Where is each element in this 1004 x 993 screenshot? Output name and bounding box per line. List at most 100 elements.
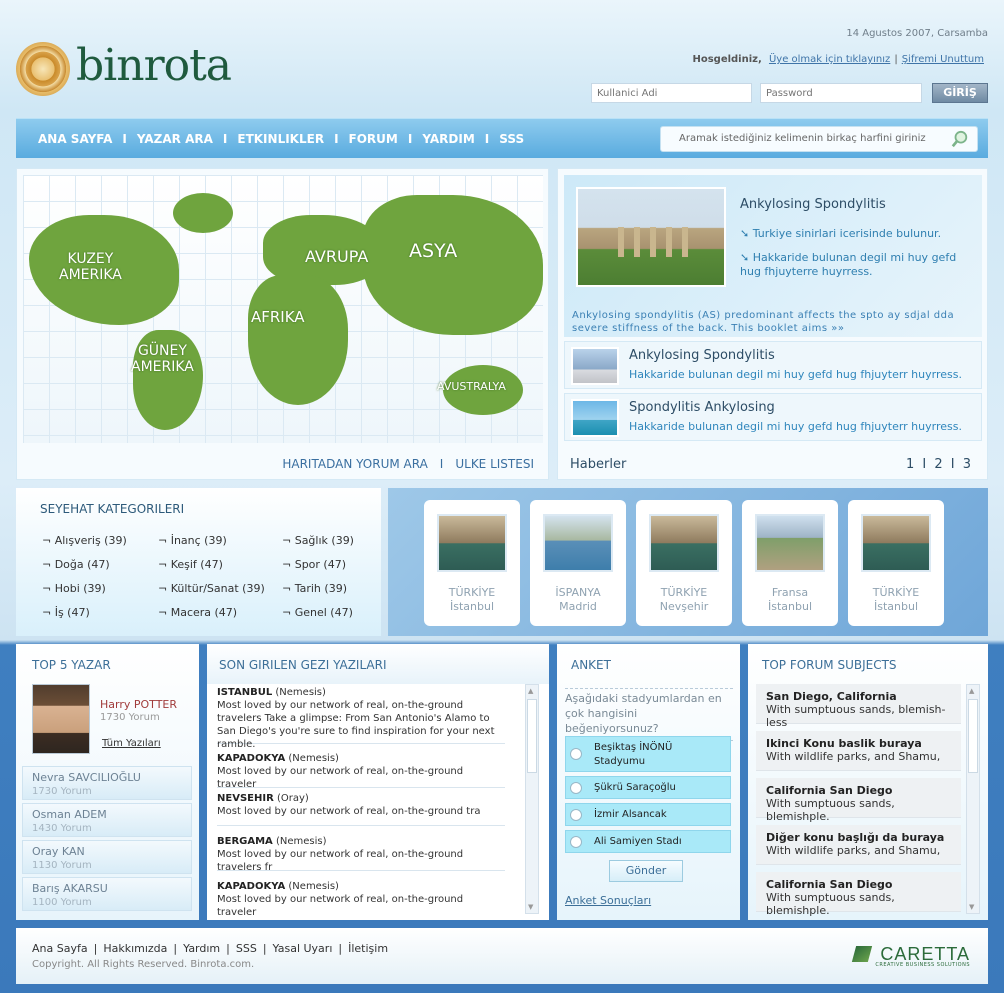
- forum-item[interactable]: California San Diego With sumptuous sand…: [756, 872, 961, 917]
- temple-column: [666, 227, 672, 257]
- scroll-down-icon[interactable]: ▼: [969, 903, 974, 911]
- poll-submit-button[interactable]: Gönder: [609, 860, 683, 882]
- forgot-password-link[interactable]: Şifremi Unuttum: [902, 54, 984, 65]
- forum-item[interactable]: Ikinci Konu baslik buraya With wildlife …: [756, 731, 961, 771]
- post-item[interactable]: NEVSEHIR (Oray) Most loved by our networ…: [217, 792, 505, 826]
- forum-item[interactable]: Diğer konu başlığı da buraya With wildli…: [756, 825, 961, 865]
- category-link[interactable]: ¬ Keşif (47): [158, 558, 223, 571]
- register-link[interactable]: Üye olmak için tıklayınız: [769, 54, 890, 65]
- post-item[interactable]: KAPADOKYA (Nemesis) Most loved by our ne…: [217, 880, 505, 918]
- post-item[interactable]: BERGAMA (Nemesis) Most loved by our netw…: [217, 835, 505, 873]
- destination-card[interactable]: TÜRKİYE Nevşehir: [636, 500, 732, 626]
- poll-option[interactable]: Beşiktaş İNÖNÜ Stadyumu: [565, 736, 731, 772]
- news-pagination[interactable]: 1 I 2 I 3: [906, 457, 973, 472]
- poll-option[interactable]: Ali Samiyen Stadı: [565, 830, 731, 853]
- post-item[interactable]: KAPADOKYA (Nemesis) Most loved by our ne…: [217, 752, 505, 790]
- world-map[interactable]: KUZEY AMERIKA GÜNEY AMERIKA AVRUPA ASYA …: [23, 175, 543, 443]
- radio-button[interactable]: [570, 782, 582, 794]
- site-logo[interactable]: binrota: [16, 40, 246, 98]
- category-link[interactable]: ¬ İş (47): [42, 606, 90, 619]
- forum-scrollbar[interactable]: ▲ ▼: [966, 684, 980, 914]
- country-list-link[interactable]: ULKE LISTESI: [455, 457, 534, 471]
- destination-city: Nevşehir: [659, 600, 709, 613]
- destination-card[interactable]: Fransa İstanbul: [742, 500, 838, 626]
- footer-link-home[interactable]: Ana Sayfa: [32, 942, 88, 955]
- news-label[interactable]: Haberler: [570, 457, 626, 472]
- poll-option[interactable]: Şükrü Saraçoğlu: [565, 776, 731, 799]
- category-link[interactable]: ¬ Genel (47): [282, 606, 353, 619]
- category-link[interactable]: ¬ Alışveriş (39): [42, 534, 127, 547]
- footer-link-about[interactable]: Hakkımızda: [103, 942, 167, 955]
- nav-events[interactable]: ETKINLIKLER: [237, 132, 324, 146]
- radio-button[interactable]: [570, 748, 582, 760]
- writer-item[interactable]: Nevra SAVCILIOĞLU 1730 Yorum: [22, 766, 192, 800]
- nav-separator: I: [122, 132, 127, 146]
- category-link[interactable]: ¬ Spor (47): [282, 558, 346, 571]
- footer-link-contact[interactable]: İletişim: [348, 942, 388, 955]
- writer-item[interactable]: Osman ADEM 1430 Yorum: [22, 803, 192, 837]
- nav-help[interactable]: YARDIM: [422, 132, 474, 146]
- scroll-up-icon[interactable]: ▲: [528, 687, 533, 695]
- post-item[interactable]: ISTANBUL (Nemesis) Most loved by our net…: [217, 686, 505, 750]
- featured-news-desc[interactable]: Ankylosing spondylitis (AS) predominant …: [572, 309, 972, 335]
- poll-option[interactable]: İzmir Alsancak: [565, 803, 731, 826]
- radio-button[interactable]: [570, 809, 582, 821]
- continent-asia[interactable]: [363, 195, 543, 335]
- post-place: KAPADOKYA: [217, 753, 286, 764]
- footer-separator: |: [226, 942, 230, 955]
- nav-writer-search[interactable]: YAZAR ARA: [137, 132, 213, 146]
- category-link[interactable]: ¬ Hobi (39): [42, 582, 106, 595]
- destination-card[interactable]: İSPANYA Madrid: [530, 500, 626, 626]
- footer-link-faq[interactable]: SSS: [236, 942, 257, 955]
- featured-news[interactable]: Ankylosing Spondylitis ➘ Turkiye sinirla…: [564, 175, 982, 337]
- logo-text: binrota: [76, 40, 232, 91]
- footer: Ana Sayfa | Hakkımızda | Yardım | SSS | Yasal Uy…: [16, 928, 988, 984]
- destination-card[interactable]: TÜRKİYE İstanbul: [424, 500, 520, 626]
- writer-item[interactable]: Barış AKARSU 1100 Yorum: [22, 877, 192, 911]
- nav-home[interactable]: ANA SAYFA: [38, 132, 112, 146]
- username-input[interactable]: [591, 83, 752, 103]
- caretta-logo-icon[interactable]: [851, 946, 873, 962]
- avatar[interactable]: [32, 684, 90, 754]
- news-thumb: [571, 399, 619, 437]
- category-link[interactable]: ¬ Sağlık (39): [282, 534, 354, 547]
- category-link[interactable]: ¬ Doğa (47): [42, 558, 110, 571]
- category-link[interactable]: ¬ Tarih (39): [282, 582, 347, 595]
- category-link[interactable]: ¬ Kültür/Sanat (39): [158, 582, 265, 595]
- destinations-panel: TÜRKİYE İstanbul İSPANYA Madrid TÜRKİYE …: [388, 488, 988, 636]
- login-button[interactable]: GİRİŞ: [932, 83, 988, 103]
- category-link[interactable]: ¬ İnanç (39): [158, 534, 227, 547]
- forum-item[interactable]: California San Diego With sumptuous sand…: [756, 778, 961, 823]
- scroll-up-icon[interactable]: ▲: [969, 687, 974, 695]
- destination-card[interactable]: TÜRKİYE İstanbul: [848, 500, 944, 626]
- footer-link-legal[interactable]: Yasal Uyarı: [273, 942, 333, 955]
- map-search-link[interactable]: HARITADAN YORUM ARA: [282, 457, 427, 471]
- scroll-down-icon[interactable]: ▼: [528, 903, 533, 911]
- news-item[interactable]: Spondylitis Ankylosing Hakkaride bulunan…: [564, 393, 982, 441]
- featured-news-photo[interactable]: [576, 187, 726, 287]
- scroll-thumb[interactable]: [968, 699, 978, 773]
- posts-scrollbar[interactable]: ▲ ▼: [525, 684, 539, 914]
- nav-faq[interactable]: SSS: [499, 132, 524, 146]
- news-item[interactable]: Ankylosing Spondylitis Hakkaride bulunan…: [564, 341, 982, 389]
- poll-results-link[interactable]: Anket Sonuçları: [565, 894, 651, 907]
- destination-city: Madrid: [559, 600, 597, 613]
- featured-writer-name[interactable]: Harry POTTER: [100, 698, 177, 711]
- search-icon[interactable]: [951, 130, 969, 148]
- category-link[interactable]: ¬ Macera (47): [158, 606, 237, 619]
- writer-item[interactable]: Oray KAN 1130 Yorum: [22, 840, 192, 874]
- featured-news-title[interactable]: Ankylosing Spondylitis: [740, 197, 886, 212]
- poll-option-label: Ali Samiyen Stadı: [594, 836, 682, 847]
- link-separator: I: [439, 457, 444, 471]
- temple-column: [682, 227, 688, 257]
- label-europe: AVRUPA: [305, 247, 369, 266]
- all-posts-link[interactable]: Tüm Yazıları: [102, 738, 161, 749]
- password-input[interactable]: [760, 83, 922, 103]
- scroll-thumb[interactable]: [527, 699, 537, 773]
- nav-forum[interactable]: FORUM: [349, 132, 398, 146]
- footer-link-help[interactable]: Yardım: [183, 942, 220, 955]
- continent-africa[interactable]: [248, 275, 348, 405]
- search-input[interactable]: Aramak istediğiniz kelimenin birkaç harf…: [660, 126, 978, 152]
- forum-item[interactable]: San Diego, California With sumptuous san…: [756, 684, 961, 729]
- radio-button[interactable]: [570, 836, 582, 848]
